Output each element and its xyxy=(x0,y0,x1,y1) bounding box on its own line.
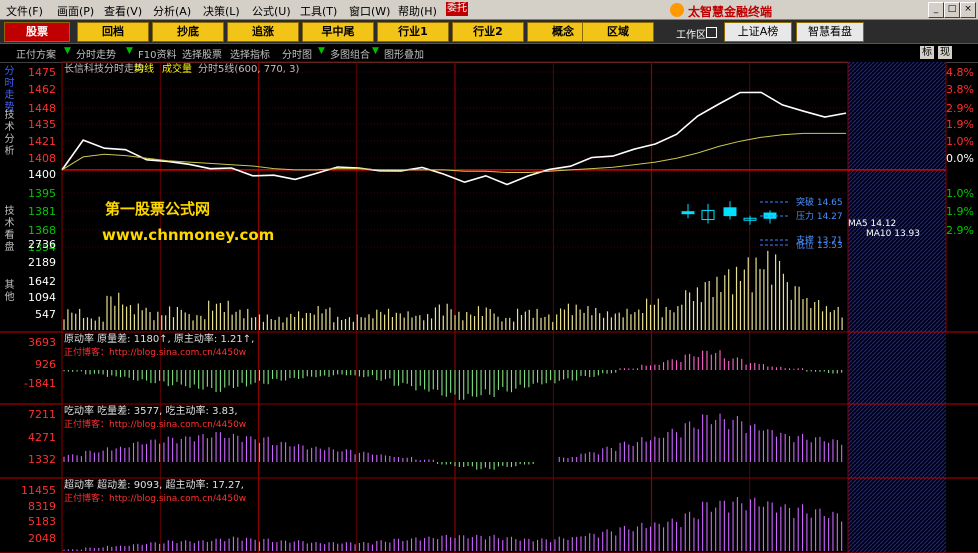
y-tick-label-right: 2.9% xyxy=(946,224,974,237)
y-tick-label-right: 3.8% xyxy=(946,83,974,96)
y-tick-label-right: 1.0% xyxy=(946,135,974,148)
y-tick-label-right: 2.9% xyxy=(946,102,974,115)
y-tick-label-right: 1.9% xyxy=(946,205,974,218)
indicator-y-label: 3693 xyxy=(28,336,56,349)
vol-label: 成交量 xyxy=(162,62,192,75)
y-tick-label-right: 0.0% xyxy=(946,152,974,165)
level-annotation: 突破 14.65 xyxy=(796,196,843,208)
y-tick-label: 1408 xyxy=(28,152,56,165)
level-annotation: MA10 13.93 xyxy=(866,229,920,239)
y-tick-label: 2736 xyxy=(28,238,56,251)
avg-line xyxy=(61,132,846,173)
future-area xyxy=(848,62,946,553)
y-tick-label: 2189 xyxy=(28,256,56,269)
y-tick-label: 1368 xyxy=(28,224,56,237)
indicator-blog: 正付博客：http://blog.sina.com.cn/4450w xyxy=(64,346,246,358)
y-tick-label: 1642 xyxy=(28,275,56,288)
indicator-y-label: 5183 xyxy=(28,515,56,528)
y-tick-label: 1381 xyxy=(28,205,56,218)
y-tick-label: 1094 xyxy=(28,291,56,304)
watermark-title: 第一股票公式网 xyxy=(105,200,211,218)
candle-body xyxy=(681,211,695,215)
ma-label: 均线 xyxy=(134,62,154,75)
watermark-url: www.chnmoney.com xyxy=(102,226,275,244)
y-tick-label-right: 4.8% xyxy=(946,66,974,79)
ma-params: 分时5线(600, 770, 3) xyxy=(198,62,300,75)
indicator-title: 超动率 超动差: 9093, 超主动率: 17.27, xyxy=(64,478,244,491)
indicator-y-label: -1841 xyxy=(24,377,56,390)
level-annotation: 压力 14.27 xyxy=(796,210,843,222)
indicator-y-label: 11455 xyxy=(21,484,56,497)
indicator-y-label: 7211 xyxy=(28,408,56,421)
indicator-blog: 正付博客：http://blog.sina.com.cn/4450w xyxy=(64,492,246,504)
indicator-y-label: 8319 xyxy=(28,500,56,513)
y-tick-label: 1395 xyxy=(28,187,56,200)
chart-title: 长信科技分时走势 xyxy=(64,62,144,75)
y-tick-label: 1475 xyxy=(28,66,56,79)
indicator-y-label: 926 xyxy=(35,358,56,371)
level-annotation: MA5 14.12 xyxy=(848,219,896,229)
indicator-y-label: 2048 xyxy=(28,532,56,545)
indicator-title: 吃动率 吃量差: 3577, 吃主动率: 3.83, xyxy=(64,404,238,417)
candle-body xyxy=(723,207,737,217)
stock-chart[interactable]: 长信科技分时走势均线 成交量 分时5线(600, 770, 3) 1475 1462 14… xyxy=(0,0,978,553)
level-annotation: 低位 13.53 xyxy=(796,239,843,251)
y-tick-label-right: 1.9% xyxy=(946,118,974,131)
indicator-y-label: 1332 xyxy=(28,453,56,466)
y-tick-label-right: 1.0% xyxy=(946,187,974,200)
indicator-blog: 正付博客：http://blog.sina.com.cn/4450w xyxy=(64,418,246,430)
y-tick-label: 1462 xyxy=(28,83,56,96)
y-tick-label: 1448 xyxy=(28,102,56,115)
y-tick-label: 1435 xyxy=(28,118,56,131)
indicator-y-label: 4271 xyxy=(28,431,56,444)
indicator-title: 原动率 原量差: 1180↑, 原主动率: 1.21↑, xyxy=(64,332,254,345)
y-tick-label: 1400 xyxy=(28,168,56,181)
y-tick-label: 547 xyxy=(35,308,56,321)
y-tick-label: 1421 xyxy=(28,135,56,148)
